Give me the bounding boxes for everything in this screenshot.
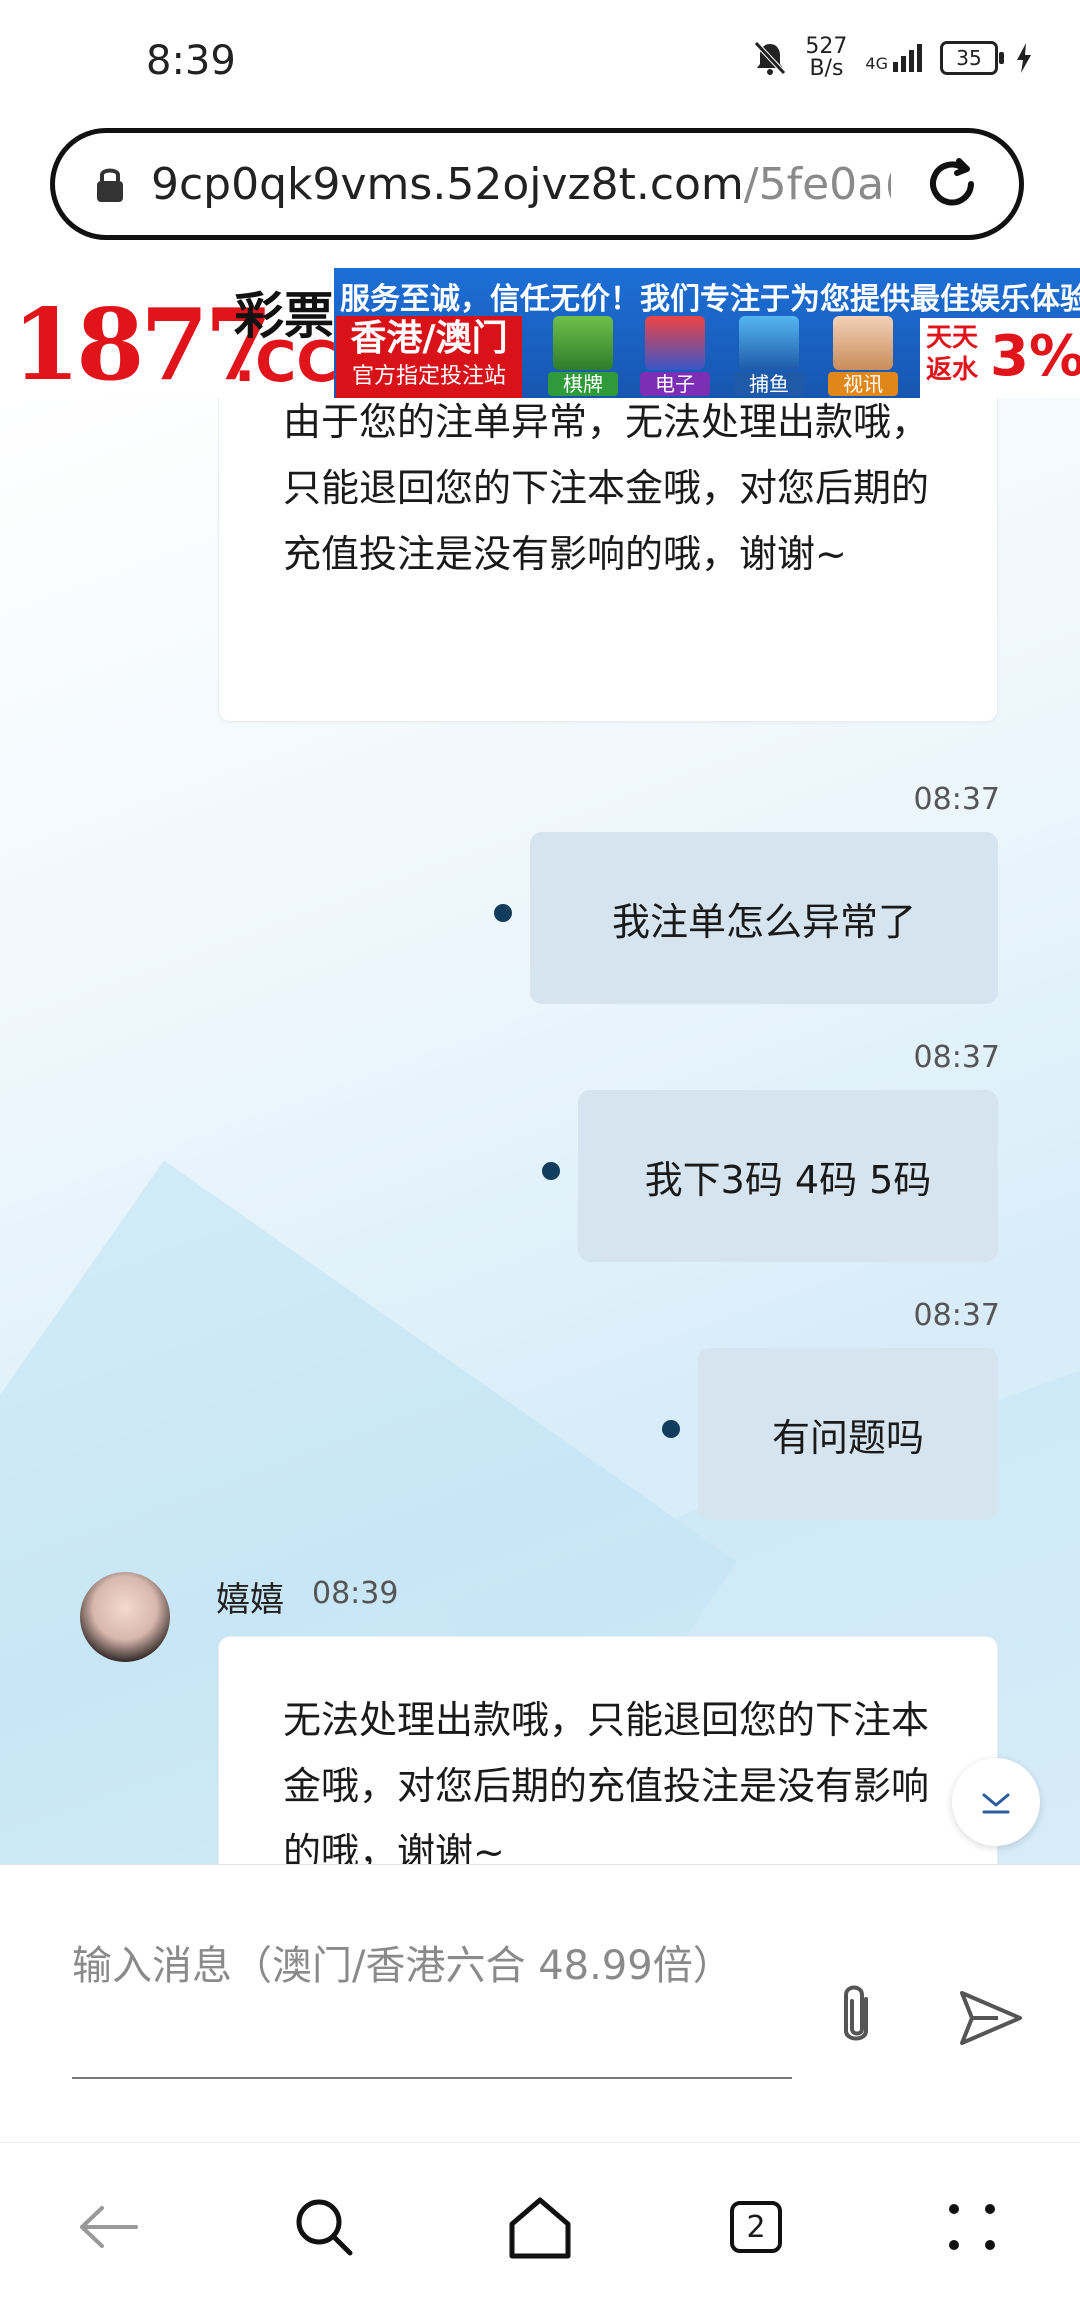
- signal-icon: 4G: [865, 44, 922, 72]
- status-icons: 527 B/s 4G 35: [753, 36, 1032, 80]
- avatar[interactable]: [80, 1572, 170, 1662]
- tabs-button[interactable]: 2: [718, 2189, 794, 2265]
- send-icon[interactable]: [958, 1987, 1024, 2049]
- message-bubble-outgoing: 我下3码 4码 5码: [578, 1090, 998, 1262]
- ad-banner[interactable]: 1877 彩票 .CC 服务至诚，信任无价！我们专注于为您提供最佳娱乐体验！ 香…: [0, 268, 1080, 398]
- battery-icon: 35: [940, 41, 1004, 75]
- message-bubble-outgoing: 有问题吗: [698, 1348, 998, 1520]
- menu-dots-icon: [949, 2204, 995, 2250]
- message-bubble-incoming: 无法处理出款哦，只能退回您的下注本金哦，对您后期的充值投注是没有影响的哦，谢谢~: [218, 1636, 998, 1864]
- banner-game-chess[interactable]: 棋牌: [548, 316, 618, 396]
- banner-game-live[interactable]: 视讯: [828, 316, 898, 396]
- chevron-down-icon: [982, 1793, 1010, 1814]
- browser-bottom-nav: 2: [0, 2142, 1080, 2311]
- paperclip-icon[interactable]: [828, 1981, 884, 2051]
- sent-status-dot: [494, 904, 512, 922]
- message-composer: 输入消息（澳门/香港六合 48.99倍）: [0, 1864, 1080, 2143]
- address-bar[interactable]: 9cp0qk9vms.52ojvz8t.com/5fe0a(: [50, 128, 1024, 240]
- message-time: 08:37: [913, 1298, 1000, 1333]
- url-text[interactable]: 9cp0qk9vms.52ojvz8t.com/5fe0a(: [151, 159, 891, 210]
- mute-notifications-icon: [754, 41, 787, 75]
- message-bubble-incoming: 由于您的注单异常，无法处理出款哦，只能退回您的下注本金哦，对您后期的充值投注是没…: [218, 398, 998, 722]
- back-button[interactable]: [70, 2189, 146, 2265]
- home-icon: [509, 2197, 571, 2259]
- banner-game-slots[interactable]: 电子: [640, 316, 710, 396]
- arrow-left-icon: [80, 2206, 138, 2248]
- message-time: 08:39: [312, 1576, 399, 1611]
- menu-button[interactable]: [934, 2189, 1010, 2265]
- status-bar: 8:39 527 B/s 4G 35: [0, 0, 1080, 120]
- search-icon: [296, 2199, 353, 2256]
- banner-slogan: 服务至诚，信任无价！我们专注于为您提供最佳娱乐体验！: [340, 282, 1080, 317]
- banner-logo: 1877 彩票 .CC: [0, 268, 337, 398]
- charging-icon: [1017, 43, 1031, 73]
- message-input[interactable]: 输入消息（澳门/香港六合 48.99倍）: [72, 1937, 792, 1995]
- home-button[interactable]: [502, 2189, 578, 2265]
- scroll-to-bottom-button[interactable]: [952, 1758, 1040, 1846]
- network-speed: 527 B/s: [805, 34, 848, 81]
- banner-region: 香港/澳门 官方指定投注站: [336, 316, 522, 398]
- sent-status-dot: [542, 1162, 560, 1180]
- refresh-icon[interactable]: [923, 155, 981, 213]
- message-time: 08:37: [913, 1040, 1000, 1075]
- search-button[interactable]: [286, 2189, 362, 2265]
- banner-rebate: 天天 返水 3%: [920, 318, 1080, 398]
- status-time: 8:39: [146, 38, 236, 84]
- tab-count: 2: [730, 2201, 782, 2253]
- message-bubble-outgoing: 我注单怎么异常了: [530, 832, 998, 1004]
- sender-name: 嬉嬉: [216, 1580, 284, 1620]
- lock-icon: [97, 168, 123, 202]
- chat-area[interactable]: 由于您的注单异常，无法处理出款哦，只能退回您的下注本金哦，对您后期的充值投注是没…: [0, 398, 1080, 1864]
- banner-game-fishing[interactable]: 捕鱼: [734, 316, 804, 396]
- message-time: 08:37: [913, 782, 1000, 817]
- input-underline: [72, 2077, 792, 2079]
- sent-status-dot: [662, 1420, 680, 1438]
